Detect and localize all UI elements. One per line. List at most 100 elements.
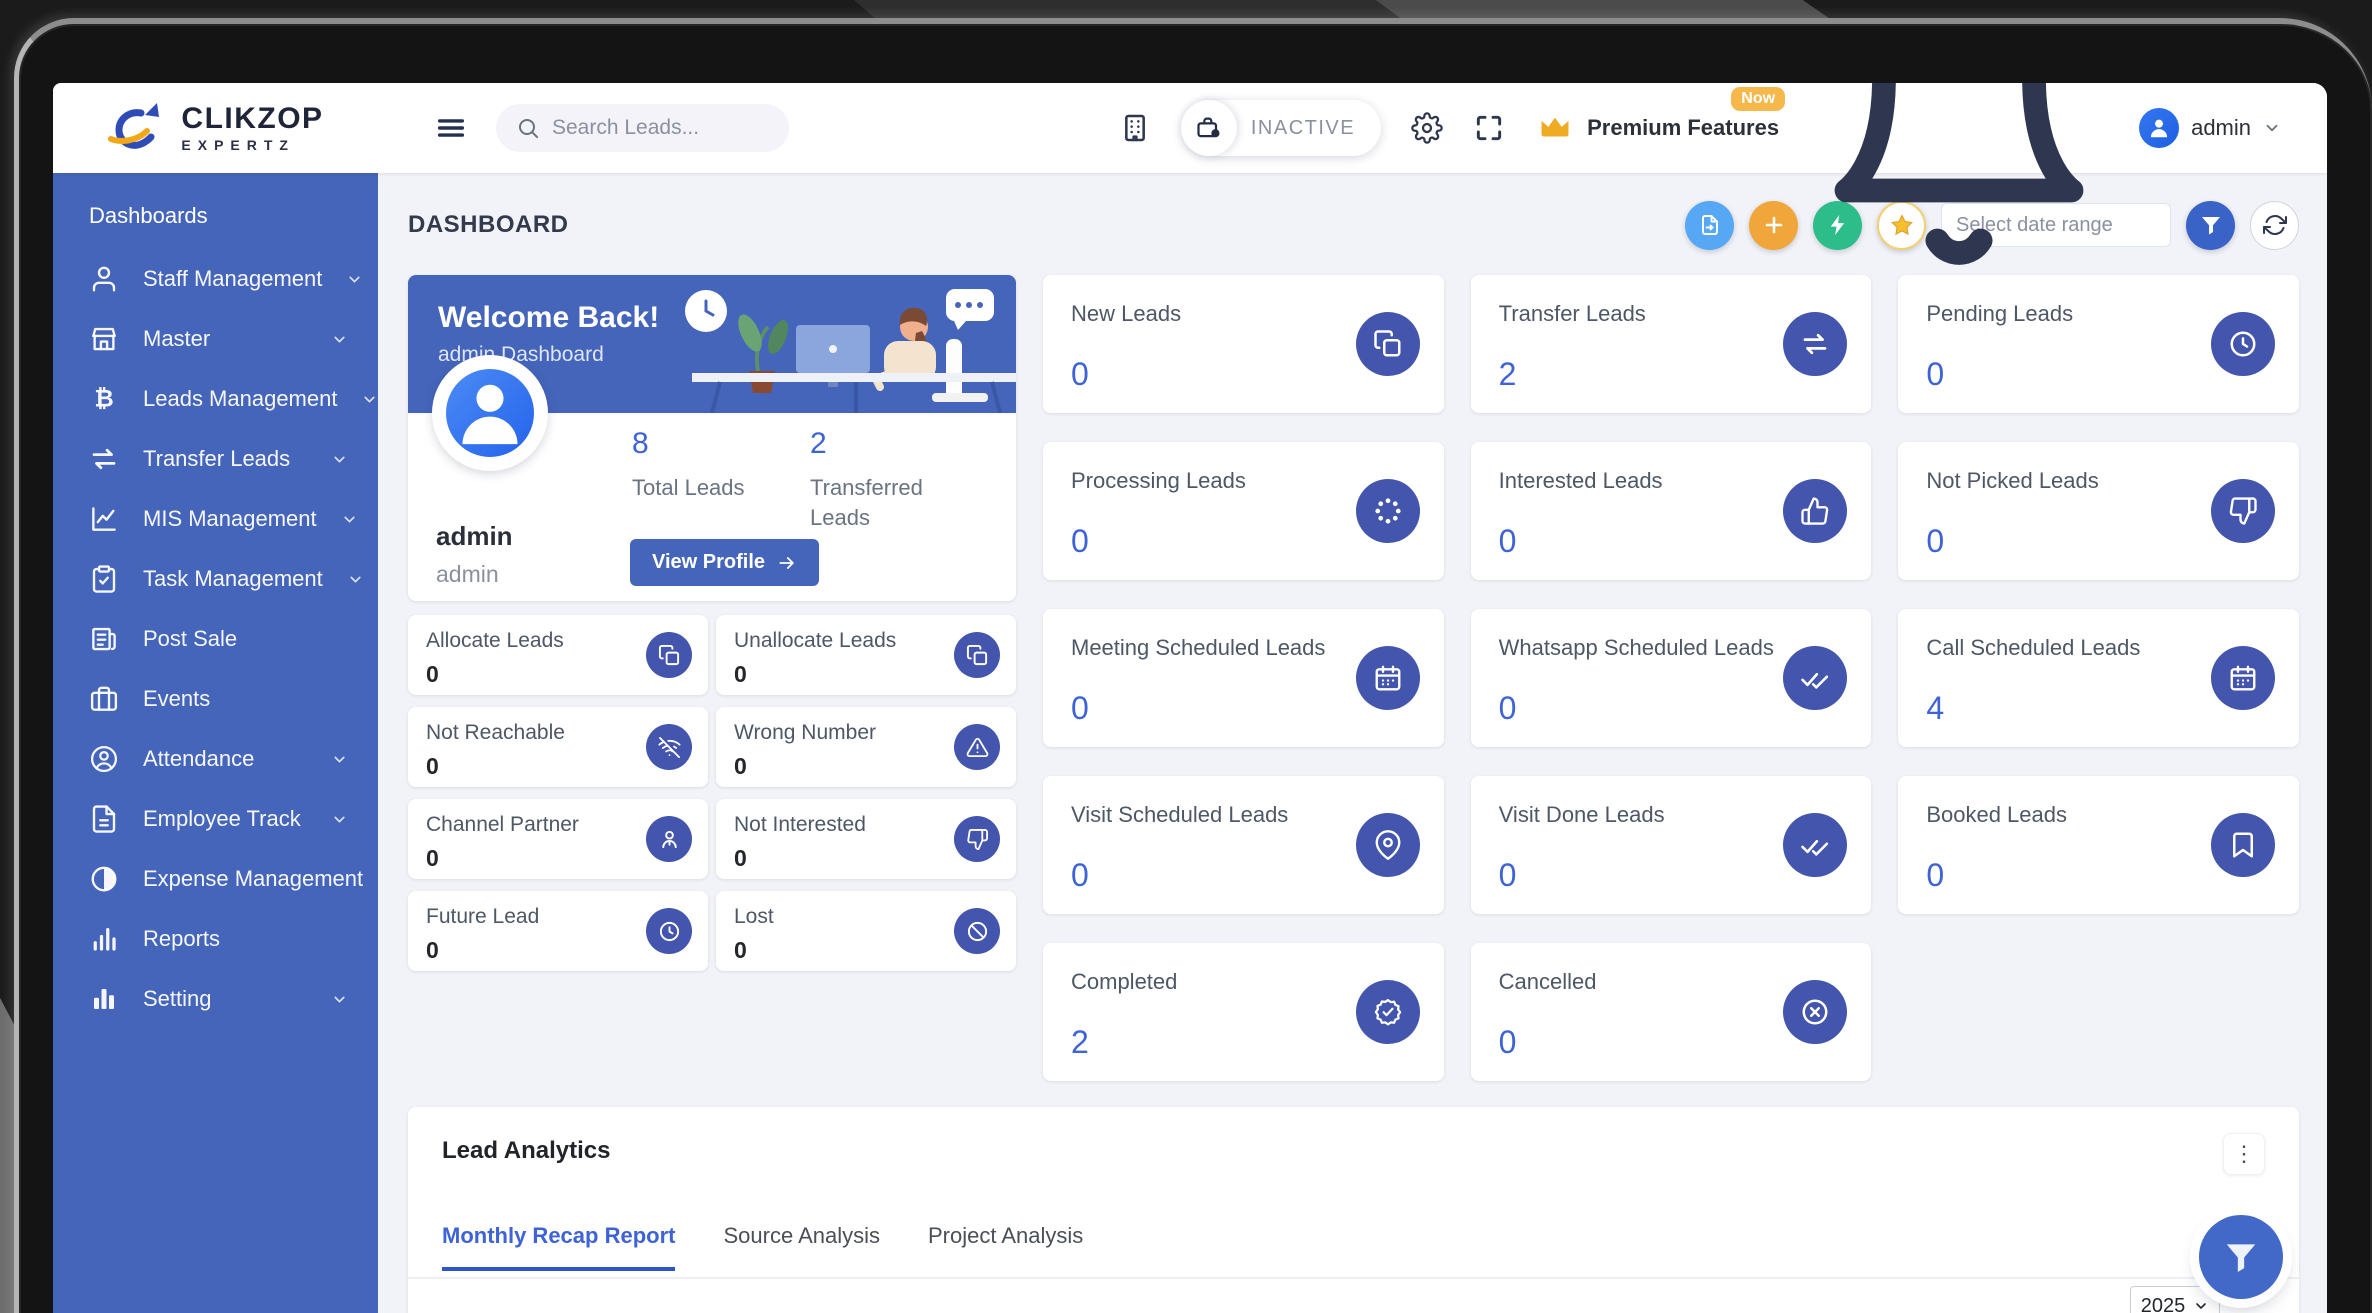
chevron-down-icon [346,271,363,288]
premium-badge: Now [1731,87,1785,111]
chevron-down-icon [2263,119,2281,137]
mini-card-not-interested[interactable]: Not Interested 0 [716,799,1016,879]
gear-icon[interactable] [1411,112,1443,144]
sidebar-item-label: Master [143,326,210,352]
stat-card-transfer-leads[interactable]: Transfer Leads 2 [1471,275,1872,413]
profile-name: admin [436,521,513,552]
stat-card-pending-leads[interactable]: Pending Leads 0 [1898,275,2299,413]
search-bar[interactable] [496,104,789,152]
stat-card-whatsapp-scheduled-leads[interactable]: Whatsapp Scheduled Leads 0 [1471,609,1872,747]
premium-features-link[interactable]: Premium Features Now [1535,111,1779,145]
stat-card-visit-done-leads[interactable]: Visit Done Leads 0 [1471,776,1872,914]
sidebar-item-transfer-leads[interactable]: Transfer Leads [53,429,378,489]
bitcoin-icon: ₿ [89,384,119,414]
chevron-down-icon [331,811,348,828]
sidebar: Dashboards Staff Management Master ₿ Lea… [53,173,378,1313]
tabs-divider [408,1277,2299,1279]
chevron-down-icon [347,571,364,588]
bell-icon [1809,83,2109,278]
mini-card-allocate-leads[interactable]: Allocate Leads 0 [408,615,708,695]
bookmark-icon [2211,813,2275,877]
bar-chart-icon [89,924,119,954]
tab-source-analysis[interactable]: Source Analysis [723,1223,880,1271]
store-icon [89,324,119,354]
mini-card-future-lead[interactable]: Future Lead 0 [408,891,708,971]
main-content: DASHBOARD Welcome Back! [378,173,2327,1313]
user-menu[interactable]: admin [2139,108,2281,148]
hamburger-menu-icon[interactable] [434,111,468,145]
sidebar-nav: Staff Management Master ₿ Leads Manageme… [53,249,378,1029]
stat-card-completed[interactable]: Completed 2 [1043,943,1444,1081]
card-value: 0 [1071,523,1089,560]
stat-value: 2 [810,427,960,461]
sidebar-item-task-management[interactable]: Task Management [53,549,378,609]
stat-card-not-picked-leads[interactable]: Not Picked Leads 0 [1898,442,2299,580]
year-value: 2025 [2141,1295,2186,1313]
sidebar-item-mis-management[interactable]: MIS Management [53,489,378,549]
sidebar-item-master[interactable]: Master [53,309,378,369]
person-icon [446,369,534,457]
sidebar-item-setting[interactable]: Setting [53,969,378,1029]
floating-filter-button[interactable] [2199,1215,2283,1299]
card-value: 0 [1071,857,1089,894]
stat-card-new-leads[interactable]: New Leads 0 [1043,275,1444,413]
card-value: 0 [1499,1024,1517,1061]
mini-card-channel-partner[interactable]: Channel Partner 0 [408,799,708,879]
stat-card-processing-leads[interactable]: Processing Leads 0 [1043,442,1444,580]
screenshot-canvas: CLIKZOP EXPERTZ INACTIVE Premium [0,0,2372,1313]
stat-card-booked-leads[interactable]: Booked Leads 0 [1898,776,2299,914]
sidebar-item-expense-management[interactable]: Expense Management [53,849,378,909]
sidebar-item-attendance[interactable]: Attendance [53,729,378,789]
tab-monthly-recap-report[interactable]: Monthly Recap Report [442,1223,675,1271]
mini-card-unallocate-leads[interactable]: Unallocate Leads 0 [716,615,1016,695]
status-toggle[interactable]: INACTIVE [1181,100,1381,156]
thumbs-up-icon [1783,479,1847,543]
sidebar-item-label: Employee Track [143,806,301,832]
page-title: DASHBOARD [408,211,569,239]
year-select[interactable]: 2025 [2130,1286,2220,1313]
stat-card-interested-leads[interactable]: Interested Leads 0 [1471,442,1872,580]
mini-card-lost[interactable]: Lost 0 [716,891,1016,971]
chevron-down-icon [331,751,348,768]
sidebar-item-post-sale[interactable]: Post Sale [53,609,378,669]
chevron-down-icon [2193,1298,2209,1313]
stat-card-visit-scheduled-leads[interactable]: Visit Scheduled Leads 0 [1043,776,1444,914]
mini-card-wrong-number[interactable]: Wrong Number 0 [716,707,1016,787]
app-screen: CLIKZOP EXPERTZ INACTIVE Premium [53,83,2327,1313]
card-value: 0 [1499,857,1517,894]
swap-icon [1783,312,1847,376]
chevron-down-icon [331,991,348,1008]
sidebar-item-events[interactable]: Events [53,669,378,729]
stat-card-call-scheduled-leads[interactable]: Call Scheduled Leads 4 [1898,609,2299,747]
analytics-menu-button[interactable]: ⋮ [2223,1133,2265,1175]
svg-text:₿: ₿ [94,386,113,413]
brand-name: CLIKZOP [181,104,323,134]
total-leads-stat: 8 Total Leads [632,427,745,503]
sidebar-item-leads-management[interactable]: ₿ Leads Management [53,369,378,429]
stat-card-grid: New Leads 0 Transfer Leads 2 Pending Lea… [1043,275,2299,1081]
mini-card-not-reachable[interactable]: Not Reachable 0 [408,707,708,787]
stat-card-meeting-scheduled-leads[interactable]: Meeting Scheduled Leads 0 [1043,609,1444,747]
view-profile-label: View Profile [652,551,765,574]
brand-logo[interactable]: CLIKZOP EXPERTZ [53,99,378,157]
building-icon[interactable] [1119,112,1151,144]
stat-card-cancelled[interactable]: Cancelled 0 [1471,943,1872,1081]
arrow-right-icon [777,553,797,573]
welcome-card: Welcome Back! admin Dashboard [408,275,1016,601]
sidebar-item-reports[interactable]: Reports [53,909,378,969]
view-profile-button[interactable]: View Profile [630,539,819,586]
search-input[interactable] [552,116,769,140]
notifications-button[interactable]: 1 [1809,83,2109,278]
briefcase-icon [89,684,119,714]
brand-tagline: EXPERTZ [181,138,323,152]
newspaper-icon [89,624,119,654]
calendar-icon [1356,646,1420,710]
double-check-icon [1783,646,1847,710]
tab-project-analysis[interactable]: Project Analysis [928,1223,1083,1271]
mini-card-grid: Allocate Leads 0 Unallocate Leads 0 Not … [408,615,1016,971]
avatar [2139,108,2179,148]
sidebar-item-employee-track[interactable]: Employee Track [53,789,378,849]
sidebar-item-staff-management[interactable]: Staff Management [53,249,378,309]
fullscreen-icon[interactable] [1473,112,1505,144]
premium-label: Premium Features [1587,115,1779,141]
